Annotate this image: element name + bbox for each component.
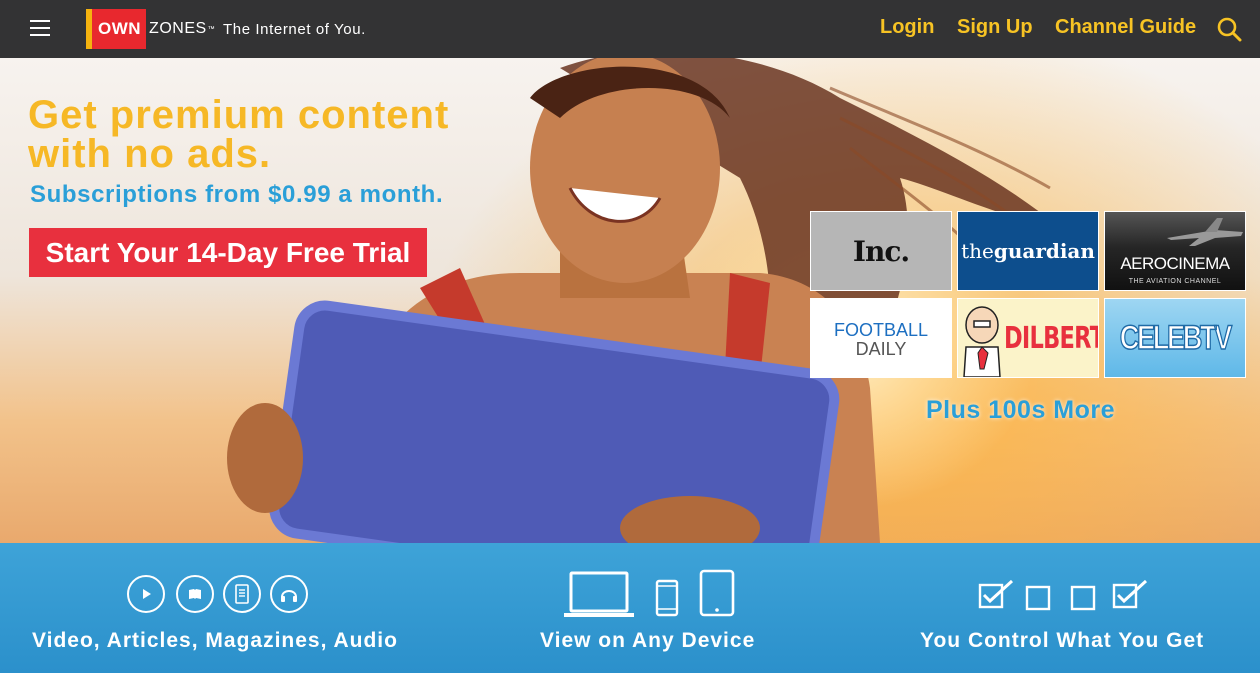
headline-line-1: Get premium content <box>28 93 450 137</box>
checked-box-icon <box>978 579 1014 609</box>
feature-control-label: You Control What You Get <box>920 629 1205 652</box>
guardian-the-text: the <box>961 239 994 263</box>
features-strip: Video, Articles, Magazines, Audio View o… <box>0 543 1260 673</box>
plus-100s-more-text: Plus 100s More <box>926 396 1116 424</box>
hero-banner: Get premium content with no ads. Subscri… <box>0 58 1260 543</box>
free-trial-button[interactable]: Start Your 14-Day Free Trial <box>29 228 427 277</box>
celebtv-logo-text: CELEBTV <box>1119 318 1233 358</box>
feature-content-types-label: Video, Articles, Magazines, Audio <box>32 629 398 652</box>
airplane-icon <box>1167 218 1243 246</box>
login-link[interactable]: Login <box>880 16 934 39</box>
play-icon <box>127 575 165 613</box>
daily-text: DAILY <box>855 339 907 359</box>
football-text: FOOTBALL <box>833 320 929 340</box>
channel-tile-guardian[interactable]: the guardian <box>957 211 1099 291</box>
logo-zones-text: ZONES <box>149 20 207 37</box>
logo-trademark: ™ <box>207 25 215 33</box>
guardian-name-text: guardian <box>993 239 1095 263</box>
aerocinema-name: AEROCINEMA <box>1120 254 1230 273</box>
checked-box-icon <box>1112 579 1148 609</box>
sign-up-link[interactable]: Sign Up <box>957 16 1033 39</box>
search-icon[interactable] <box>1216 16 1242 42</box>
channel-tile-celebtv[interactable]: CELEBTV <box>1104 298 1246 378</box>
top-navigation-bar: OWN ZONES ™ The Internet of You. Login S… <box>0 0 1260 58</box>
hero-headline: Get premium content with no ads. <box>28 93 450 176</box>
hero-subhead: Subscriptions from $0.99 a month. <box>30 181 444 208</box>
channel-tile-dilbert[interactable]: DILBERT <box>957 298 1099 378</box>
headline-line-2: with no ads. <box>28 132 272 176</box>
headphones-icon <box>270 575 308 613</box>
phone-icon <box>655 579 679 617</box>
menu-icon[interactable] <box>30 20 50 36</box>
aerocinema-subtitle: THE AVIATION CHANNEL <box>1128 278 1222 285</box>
dilbert-character-icon <box>963 306 1001 377</box>
inc-logo-text: Inc. <box>852 234 910 268</box>
tagline: The Internet of You. <box>223 21 366 38</box>
empty-box-icon <box>1025 585 1051 611</box>
channel-tile-inc[interactable]: Inc. <box>810 211 952 291</box>
logo-own-text: OWN <box>86 9 147 49</box>
dilbert-logo-text: DILBERT <box>1004 321 1099 356</box>
laptop-icon <box>564 571 634 617</box>
book-icon <box>176 575 214 613</box>
channel-tile-football-daily[interactable]: FOOTBALL DAILY <box>810 298 952 378</box>
feature-devices-label: View on Any Device <box>540 629 756 652</box>
tablet-icon <box>699 569 735 617</box>
empty-box-icon <box>1070 585 1096 611</box>
magazine-icon <box>223 575 261 613</box>
channel-guide-link[interactable]: Channel Guide <box>1055 16 1196 39</box>
ownzones-logo[interactable]: OWN ZONES ™ <box>86 9 215 49</box>
channel-tile-aerocinema[interactable]: AEROCINEMA THE AVIATION CHANNEL <box>1104 211 1246 291</box>
